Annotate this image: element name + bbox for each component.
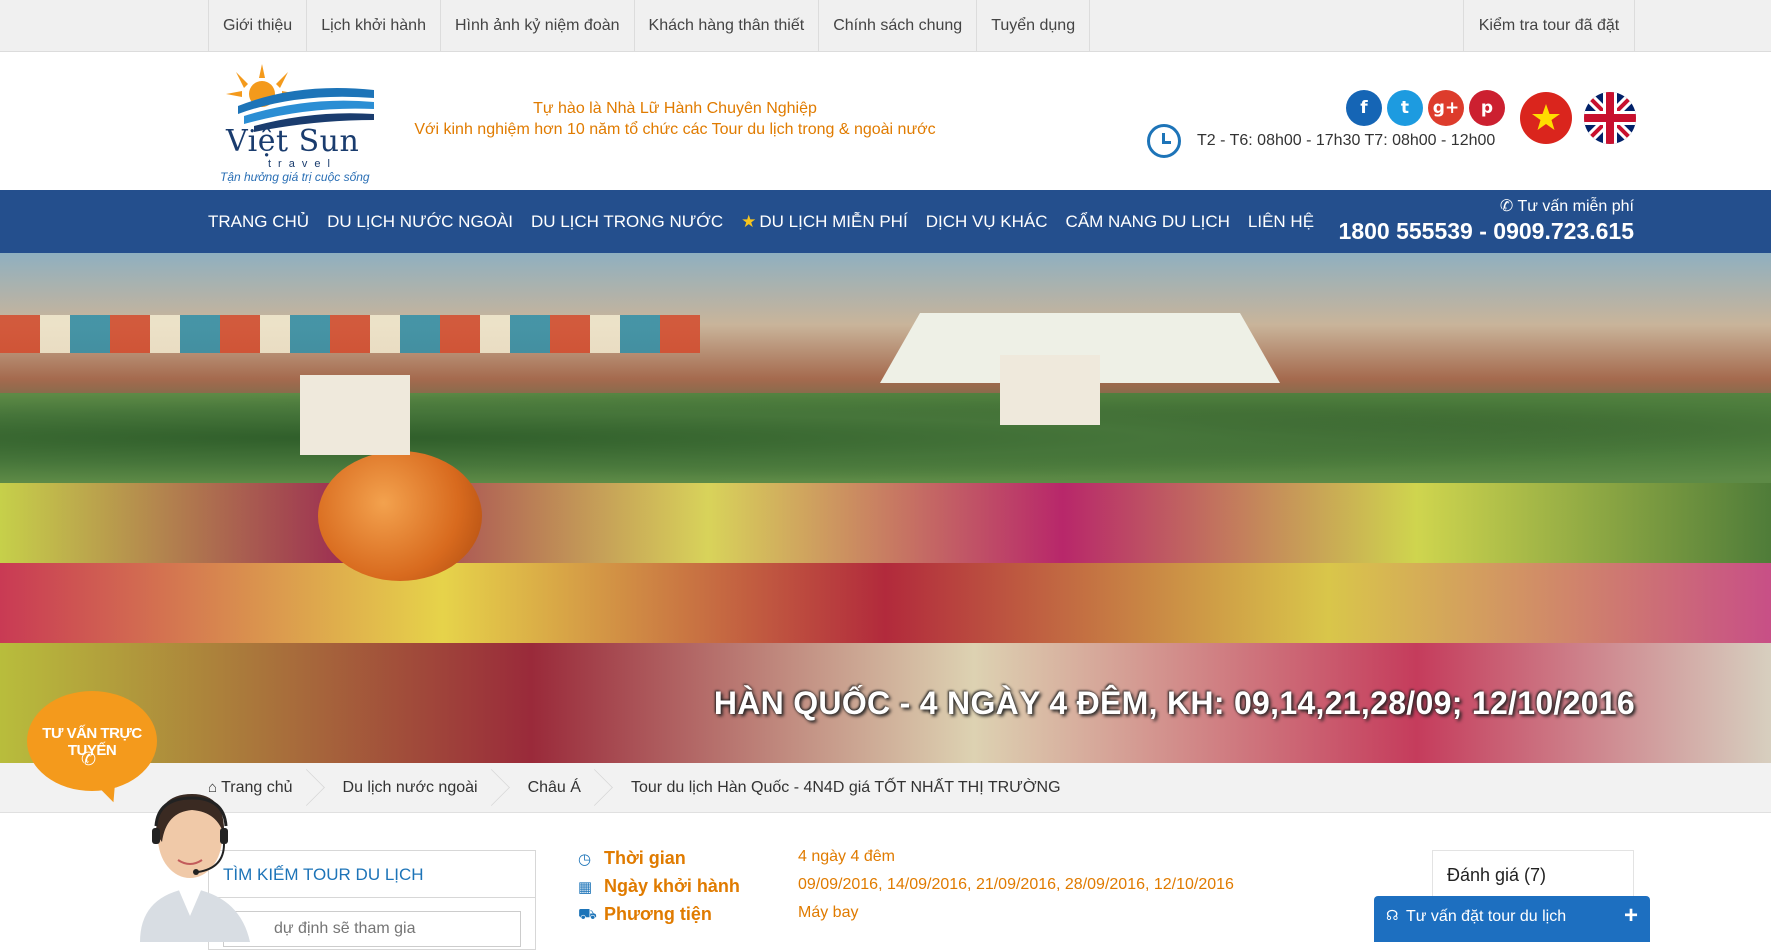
- banner-flowerbed-2: [0, 563, 1771, 643]
- nav-travel-guide[interactable]: CẨM NANG DU LỊCH: [1057, 190, 1239, 253]
- logo-sub: travel: [268, 158, 337, 170]
- main-nav: TRANG CHỦ DU LỊCH NƯỚC NGOÀI DU LỊCH TRO…: [0, 190, 1771, 253]
- expand-chat-icon[interactable]: +: [1624, 902, 1638, 930]
- headset-icon: ☊: [1386, 907, 1399, 923]
- hours-text: T2 - T6: 08h00 - 17h30 T7: 08h00 - 12h00: [1197, 132, 1496, 149]
- banner-pumpkin: [318, 451, 482, 581]
- calendar-icon: ▦: [578, 879, 593, 896]
- slogan-line-2: Với kinh nghiệm hơn 10 năm tổ chức các T…: [414, 121, 936, 138]
- phone-icon: ✆: [81, 749, 97, 769]
- social-links: f t g+ p: [1346, 90, 1505, 126]
- pinterest-icon[interactable]: p: [1469, 90, 1505, 126]
- info-label: Phương tiện: [604, 904, 712, 924]
- clock-icon: [1147, 124, 1181, 158]
- top-nav-policy[interactable]: Chính sách chung: [818, 0, 976, 52]
- nav-domestic-tours[interactable]: DU LỊCH TRONG NƯỚC: [522, 190, 732, 253]
- logo-name: Việt Sun: [226, 124, 360, 159]
- car-icon: ⛟: [578, 906, 597, 923]
- top-nav-schedule[interactable]: Lịch khởi hành: [306, 0, 440, 52]
- check-booked-tour-link[interactable]: Kiểm tra tour đã đặt: [1463, 0, 1635, 52]
- sun-logo-icon: [226, 64, 374, 132]
- site-header: Việt Sun travel Tận hưởng giá trị cuộc s…: [0, 52, 1771, 190]
- nav-contact[interactable]: LIÊN HỆ: [1239, 190, 1323, 253]
- twitter-icon[interactable]: t: [1387, 90, 1423, 126]
- banner-pedestal: [300, 375, 410, 455]
- breadcrumb-international[interactable]: Du lịch nước ngoài: [319, 763, 504, 813]
- rating-label[interactable]: Đánh giá (7): [1447, 865, 1546, 886]
- hotline-label: Tư vấn miễn phí: [1517, 198, 1634, 215]
- top-utility-bar: Giới thiệu Lịch khởi hành Hình ảnh kỷ ni…: [0, 0, 1771, 52]
- top-nav-recruitment[interactable]: Tuyển dụng: [976, 0, 1091, 52]
- hotline: ✆ Tư vấn miễn phí 1800 555539 - 0909.723…: [1339, 196, 1634, 245]
- opening-hours: T2 - T6: 08h00 - 17h30 T7: 08h00 - 12h00: [1147, 124, 1495, 158]
- chat-label: Tư vấn đặt tour du lịch: [1406, 908, 1567, 925]
- support-agent-avatar[interactable]: [100, 776, 280, 942]
- clock-icon: ◷: [578, 851, 592, 868]
- phone-icon: ✆: [1499, 198, 1518, 215]
- hotline-number[interactable]: 1800 555539 - 0909.723.615: [1339, 218, 1634, 245]
- nav-free-tours[interactable]: ★ DU LỊCH MIỄN PHÍ: [732, 190, 917, 253]
- nav-other-services[interactable]: DỊCH VỤ KHÁC: [917, 190, 1057, 253]
- chat-widget-bar[interactable]: ☊ Tư vấn đặt tour du lịch +: [1374, 896, 1650, 942]
- logo[interactable]: Việt Sun travel Tận hưởng giá trị cuộc s…: [218, 62, 378, 184]
- top-nav: Giới thiệu Lịch khởi hành Hình ảnh kỷ ni…: [208, 0, 1091, 52]
- banner-title: HÀN QUỐC - 4 NGÀY 4 ĐÊM, KH: 09,14,21,28…: [713, 685, 1635, 721]
- banner-trees: [0, 393, 1771, 483]
- info-label: Thời gian: [604, 848, 686, 868]
- top-nav-loyal-customers[interactable]: Khách hàng thân thiết: [633, 0, 819, 52]
- info-value: Máy bay: [798, 904, 859, 921]
- hero-banner: HÀN QUỐC - 4 NGÀY 4 ĐÊM, KH: 09,14,21,28…: [0, 253, 1771, 763]
- nav-free-tours-label: DU LỊCH MIỄN PHÍ: [759, 212, 908, 231]
- google-plus-icon[interactable]: g+: [1428, 90, 1464, 126]
- info-value: 4 ngày 4 đêm: [798, 848, 895, 865]
- banner-pedestal-2: [1000, 355, 1100, 425]
- nav-home[interactable]: TRANG CHỦ: [208, 190, 318, 253]
- slogan: Tự hào là Nhà Lữ Hành Chuyên Nghiệp Với …: [390, 98, 960, 140]
- info-value: 09/09/2016, 14/09/2016, 21/09/2016, 28/0…: [798, 876, 1234, 893]
- nav-international-tours[interactable]: DU LỊCH NƯỚC NGOÀI: [318, 190, 522, 253]
- info-label: Ngày khởi hành: [604, 876, 740, 896]
- star-icon: ★: [741, 212, 757, 231]
- logo-tagline: Tận hưởng giá trị cuộc sống: [220, 170, 370, 184]
- top-nav-gallery[interactable]: Hình ảnh kỷ niệm đoàn: [439, 0, 634, 52]
- uk-flag-icon[interactable]: [1584, 92, 1636, 144]
- banner-flowerbed-1: [0, 483, 1771, 563]
- language-switcher: [1520, 92, 1636, 144]
- breadcrumb-current: Tour du lịch Hàn Quốc - 4N4D giá TỐT NHẤ…: [630, 779, 1061, 796]
- top-nav-about[interactable]: Giới thiệu: [208, 0, 306, 52]
- facebook-icon[interactable]: f: [1346, 90, 1382, 126]
- slogan-line-1: Tự hào là Nhà Lữ Hành Chuyên Nghiệp: [533, 100, 817, 117]
- vietnam-flag-icon[interactable]: [1520, 92, 1572, 144]
- breadcrumb-asia[interactable]: Châu Á: [504, 763, 607, 813]
- banner-awning: [0, 315, 700, 353]
